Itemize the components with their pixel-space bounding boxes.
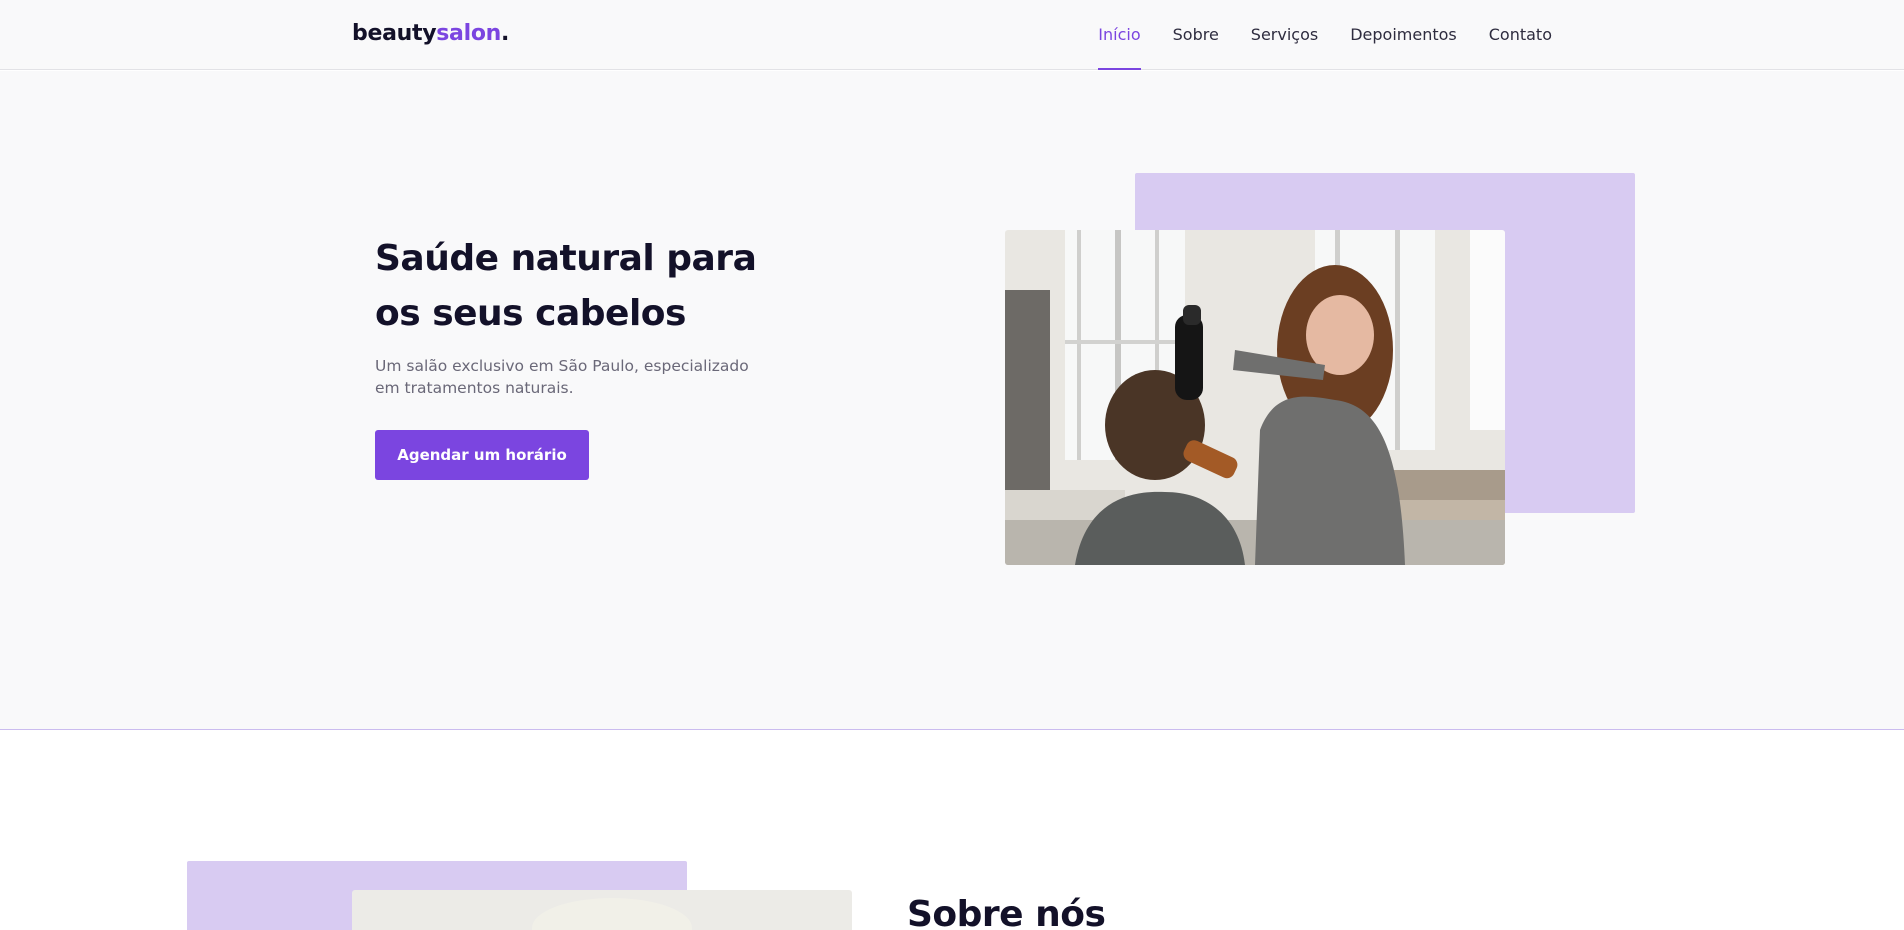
logo-main: beauty xyxy=(352,21,437,46)
about-image xyxy=(352,890,852,930)
hero-image xyxy=(1005,230,1505,565)
logo-accent: salon xyxy=(436,21,501,46)
about-image-detail xyxy=(532,898,692,930)
site-header: beautysalon. Início Sobre Serviços Depoi… xyxy=(0,0,1904,70)
about-title: Sobre nós xyxy=(907,894,1106,930)
hairdresser-photo-icon xyxy=(1005,230,1505,565)
nav-item-sobre[interactable]: Sobre xyxy=(1173,0,1219,70)
hero-section: Saúde natural para os seus cabelos Um sa… xyxy=(0,71,1904,730)
logo[interactable]: beautysalon. xyxy=(352,21,509,46)
main-nav: Início Sobre Serviços Depoimentos Contat… xyxy=(1098,0,1552,70)
schedule-button[interactable]: Agendar um horário xyxy=(375,430,589,480)
hero-title: Saúde natural para os seus cabelos xyxy=(375,238,757,334)
nav-item-servicos[interactable]: Serviços xyxy=(1251,0,1318,70)
nav-item-contato[interactable]: Contato xyxy=(1489,0,1552,70)
nav-item-inicio[interactable]: Início xyxy=(1098,0,1141,70)
nav-item-depoimentos[interactable]: Depoimentos xyxy=(1350,0,1457,70)
hero-subtitle: Um salão exclusivo em São Paulo, especia… xyxy=(375,357,749,397)
logo-dot: . xyxy=(501,21,510,46)
